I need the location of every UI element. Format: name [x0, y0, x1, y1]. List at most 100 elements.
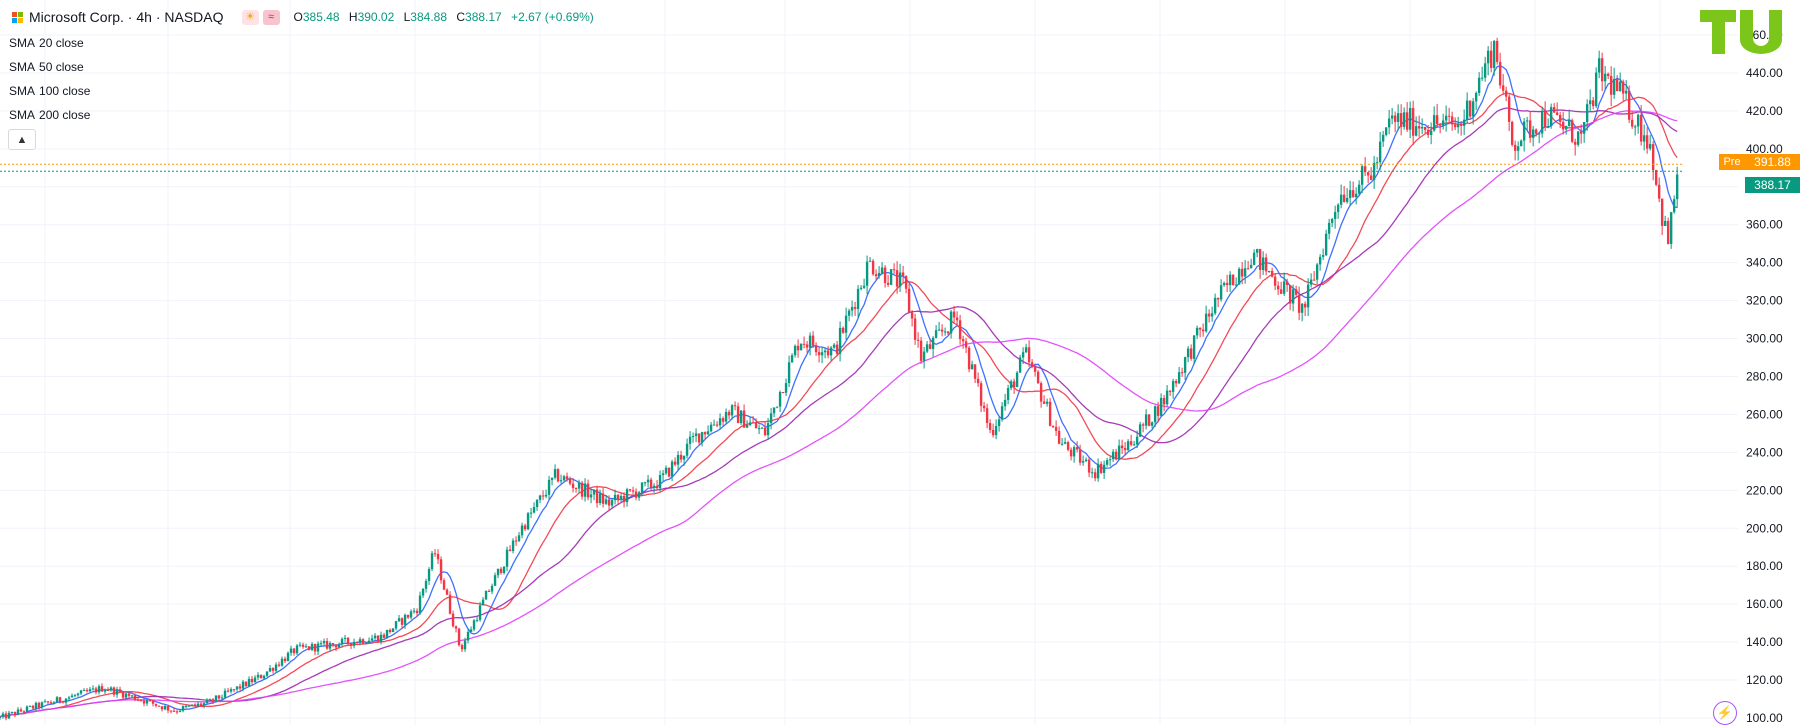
candle-body [1522, 121, 1526, 141]
candle-body [820, 352, 824, 356]
candle-body [1375, 162, 1379, 164]
candle-body [1204, 313, 1208, 332]
candle-body [1483, 63, 1487, 78]
candle-body [763, 427, 767, 436]
candle-body [19, 709, 23, 712]
symbol-title[interactable]: Microsoft Corp. · 4h · NASDAQ [29, 9, 224, 25]
candle-body [10, 712, 14, 714]
candle-body [139, 700, 143, 702]
candle-body [1498, 61, 1502, 86]
candle-body [1612, 79, 1616, 95]
candle-body [799, 343, 803, 351]
candle-body [418, 595, 422, 614]
candle-body [652, 485, 656, 488]
candle-body [82, 690, 86, 692]
candle-body [1387, 118, 1391, 128]
candle-body [1435, 115, 1439, 124]
candle-body [1582, 122, 1586, 134]
candle-body [1087, 459, 1091, 473]
candle-body [265, 671, 269, 676]
candle-body [196, 703, 200, 706]
candle-body [973, 364, 977, 379]
y-tick-label: 160.00 [1746, 597, 1783, 611]
candle-body [1543, 111, 1547, 127]
candle-body [184, 706, 188, 708]
candle-body [430, 553, 434, 570]
candle-body [1429, 130, 1433, 135]
collapse-indicators-button[interactable]: ▲ [8, 129, 36, 150]
candle-body [346, 637, 350, 644]
candle-body [1279, 289, 1283, 294]
candle-body [1057, 430, 1061, 444]
indicator-sma200[interactable]: SMA 200 close [9, 108, 90, 122]
candle-body [1072, 447, 1076, 457]
lightning-icon[interactable]: ⚡ [1713, 701, 1737, 725]
candle-body [262, 675, 266, 679]
candle-body [868, 260, 872, 262]
candle-body [1075, 447, 1079, 450]
candle-body [1675, 174, 1679, 200]
candle-body [1507, 96, 1511, 122]
y-tick-label: 360.00 [1746, 218, 1783, 232]
candle-body [421, 588, 425, 596]
candle-body [1219, 285, 1223, 300]
price-chart[interactable]: 100.00 120.00 140.00 160.00 180.00 200.00 220.… [0, 0, 1800, 725]
candle-body [670, 461, 674, 477]
candle-body [235, 686, 239, 690]
candle-body [1486, 50, 1490, 64]
candle-body [928, 344, 932, 349]
candle-body [259, 674, 263, 679]
candle-body [1393, 115, 1397, 122]
candle-body [952, 311, 956, 318]
candle-body [1390, 115, 1394, 119]
candle-body [1198, 327, 1202, 330]
candle-body [1411, 107, 1415, 136]
candle-body [1084, 459, 1088, 462]
candle-body [1060, 443, 1064, 445]
candle-body [535, 499, 539, 508]
candle-body [478, 605, 482, 620]
candle-body [595, 489, 599, 504]
candle-body [697, 433, 701, 443]
data-wave-icon[interactable]: ≈ [262, 9, 280, 25]
candle-body [190, 704, 194, 706]
candle-body [1318, 256, 1322, 265]
candle-body [1015, 372, 1019, 388]
candle-body [1570, 120, 1574, 142]
candle-body [0, 716, 2, 718]
candle-body [1366, 172, 1370, 176]
candle-body [1120, 445, 1124, 449]
candle-body [463, 640, 467, 650]
candle-body [1417, 126, 1421, 129]
candle-body [109, 687, 113, 691]
candle-body [7, 712, 11, 719]
candle-body [1213, 297, 1217, 314]
candle-body [343, 637, 347, 639]
last-price-label: 388.17 [1745, 177, 1800, 194]
indicator-sma20[interactable]: SMA 20 close [9, 36, 84, 50]
candle-body [205, 699, 209, 704]
candle-body [1300, 303, 1304, 313]
candle-body [1531, 129, 1535, 138]
candle-body [1402, 112, 1406, 127]
candle-body [673, 461, 677, 465]
candle-body [1537, 133, 1541, 135]
candle-body [40, 702, 44, 708]
candle-body [871, 260, 875, 275]
candle-body [1333, 211, 1337, 219]
candle-body [1567, 120, 1571, 126]
candle-body [787, 362, 791, 384]
indicator-sma100[interactable]: SMA 100 close [9, 84, 90, 98]
candle-body [1369, 175, 1373, 180]
candle-body [1396, 113, 1400, 122]
candle-body [127, 693, 131, 696]
candle-body [1477, 77, 1481, 93]
candle-body [1330, 218, 1334, 223]
candle-body [1666, 220, 1670, 244]
session-sun-icon[interactable]: ☀ [241, 9, 259, 25]
candle-body [1021, 352, 1025, 358]
candle-body [1255, 249, 1259, 253]
candle-body [784, 383, 788, 393]
candle-body [1663, 220, 1667, 226]
indicator-sma50[interactable]: SMA 50 close [9, 60, 84, 74]
